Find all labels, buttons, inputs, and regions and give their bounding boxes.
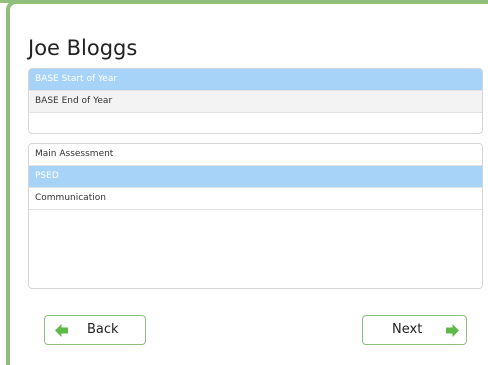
list-empty-row	[29, 113, 482, 133]
back-button-label: Back	[87, 322, 119, 337]
list-item-communication[interactable]: Communication	[29, 188, 482, 210]
list-item-base-end-of-year[interactable]: BASE End of Year	[29, 91, 482, 113]
student-name-heading: Joe Bloggs	[28, 36, 138, 60]
assessment-area-list: Main Assessment PSED Communication	[28, 143, 483, 289]
next-button-label: Next	[392, 322, 423, 337]
app-window: Joe Bloggs BASE Start of Year BASE End o…	[6, 0, 488, 365]
back-button[interactable]: Back	[44, 315, 146, 345]
list-item-psed[interactable]: PSED	[29, 166, 482, 188]
assessment-period-list: BASE Start of Year BASE End of Year	[28, 68, 483, 134]
arrow-right-icon	[446, 324, 459, 337]
list-item-base-start-of-year[interactable]: BASE Start of Year	[29, 69, 482, 91]
next-button[interactable]: Next	[362, 315, 467, 345]
list-item-main-assessment[interactable]: Main Assessment	[29, 144, 482, 166]
arrow-left-icon	[55, 324, 68, 337]
